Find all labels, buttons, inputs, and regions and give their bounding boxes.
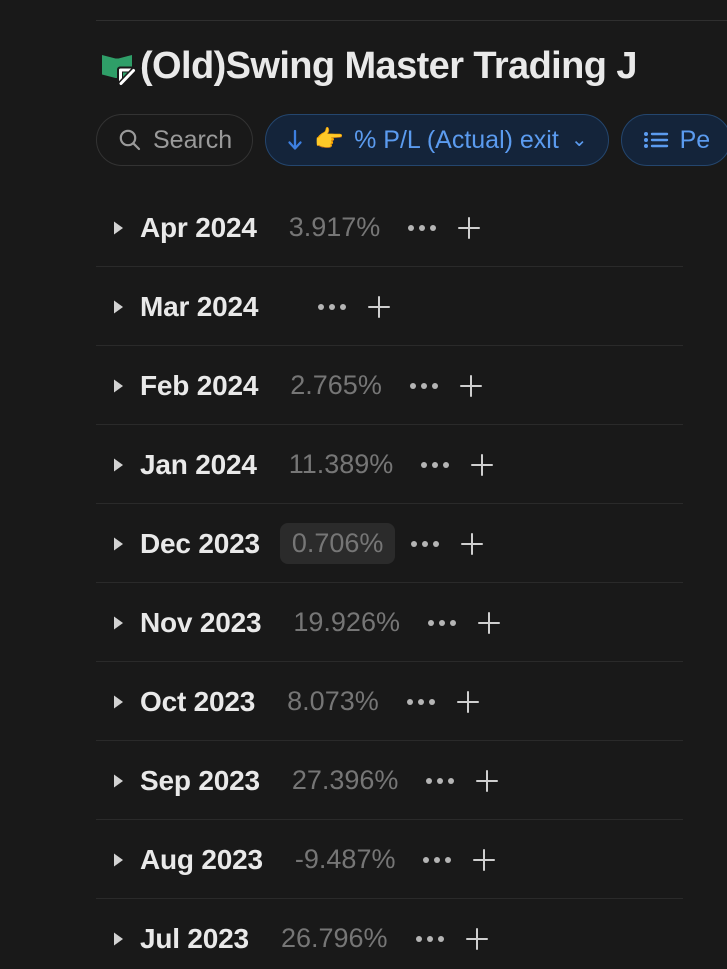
view-label: Pe (679, 125, 711, 154)
table-row[interactable]: Mar 2024 (0, 267, 727, 346)
pl-percent-value[interactable]: 27.396% (280, 760, 411, 801)
pl-percent-value[interactable]: 11.389% (277, 444, 406, 485)
table-row[interactable]: Aug 2023 -9.487% (0, 820, 727, 899)
pl-percent-value[interactable]: 2.765% (278, 365, 394, 406)
add-icon[interactable] (467, 450, 497, 480)
collapse-triangle-icon[interactable] (108, 534, 134, 554)
more-options-icon[interactable] (426, 777, 455, 784)
pl-percent-value[interactable]: 26.796% (269, 918, 400, 959)
green-book-icon (96, 45, 140, 89)
table-row[interactable]: Nov 2023 19.926% (0, 583, 727, 662)
pl-percent-value[interactable] (278, 302, 302, 312)
collapse-triangle-icon[interactable] (108, 929, 134, 949)
add-icon[interactable] (462, 924, 492, 954)
trading-journal-page: (Old)Swing Master Trading J Search 👉 % P… (0, 0, 727, 969)
collapse-triangle-icon[interactable] (108, 376, 134, 396)
add-icon[interactable] (472, 766, 502, 796)
search-icon (117, 127, 143, 153)
more-options-icon[interactable] (415, 935, 444, 942)
more-options-icon[interactable] (423, 856, 452, 863)
collapse-triangle-icon[interactable] (108, 613, 134, 633)
more-options-icon[interactable] (318, 303, 347, 310)
month-label: Dec 2023 (140, 527, 260, 559)
table-row[interactable]: Feb 2024 2.765% (0, 346, 727, 425)
month-label: Mar 2024 (140, 290, 259, 322)
search-label: Search (153, 125, 233, 154)
more-options-icon[interactable] (409, 382, 438, 389)
month-label: Jan 2024 (140, 448, 257, 480)
collapse-triangle-icon[interactable] (108, 850, 134, 870)
collapse-triangle-icon[interactable] (108, 297, 134, 317)
month-label: Feb 2024 (140, 369, 259, 401)
more-options-icon[interactable] (411, 540, 440, 547)
month-label: Nov 2023 (140, 606, 262, 638)
more-options-icon[interactable] (408, 224, 437, 231)
add-icon[interactable] (364, 292, 394, 322)
add-icon[interactable] (453, 687, 483, 717)
more-options-icon[interactable] (406, 698, 435, 705)
month-label: Aug 2023 (140, 843, 263, 875)
search-button[interactable]: Search (96, 114, 254, 166)
month-label: Jul 2023 (140, 922, 249, 954)
collapse-triangle-icon[interactable] (108, 692, 134, 712)
sort-label: % P/L (Actual) exit (354, 125, 559, 154)
table-row[interactable]: Jan 2024 11.389% (0, 425, 727, 504)
table-row[interactable]: Jul 2023 26.796% (0, 899, 727, 969)
page-title-row: (Old)Swing Master Trading J (96, 36, 727, 98)
more-options-icon[interactable] (421, 461, 450, 468)
month-group-list: Apr 2024 3.917% Mar 2024 Feb 2024 2.765% Jan … (0, 188, 727, 969)
add-icon[interactable] (457, 529, 487, 559)
toolbar: Search 👉 % P/L (Actual) exit ⌄ Pe (96, 112, 727, 168)
add-icon[interactable] (469, 845, 499, 875)
collapse-triangle-icon[interactable] (108, 455, 134, 475)
pl-percent-value[interactable]: 0.706% (279, 523, 396, 564)
month-label: Oct 2023 (140, 685, 256, 717)
page-title: (Old)Swing Master Trading J (140, 45, 637, 88)
month-label: Apr 2024 (140, 211, 257, 243)
view-button[interactable]: Pe (620, 114, 727, 166)
table-row[interactable]: Oct 2023 8.073% (0, 662, 727, 741)
add-icon[interactable] (456, 371, 486, 401)
sort-button[interactable]: 👉 % P/L (Actual) exit ⌄ (265, 114, 609, 166)
arrow-down-icon (286, 127, 304, 153)
pl-percent-value[interactable]: 3.917% (277, 207, 393, 248)
more-options-icon[interactable] (427, 619, 456, 626)
pl-percent-value[interactable]: 8.073% (275, 681, 391, 722)
add-icon[interactable] (454, 213, 484, 243)
pointing-finger-emoji: 👉 (314, 126, 345, 153)
list-icon (642, 127, 670, 153)
table-row[interactable]: Dec 2023 0.706% (0, 504, 727, 583)
pl-percent-value[interactable]: 19.926% (281, 602, 412, 643)
chevron-down-icon[interactable]: ⌄ (571, 130, 588, 150)
pl-percent-value[interactable]: -9.487% (283, 839, 408, 880)
collapse-triangle-icon[interactable] (108, 218, 134, 238)
collapse-triangle-icon[interactable] (108, 771, 134, 791)
table-row[interactable]: Sep 2023 27.396% (0, 741, 727, 820)
month-label: Sep 2023 (140, 764, 260, 796)
add-icon[interactable] (474, 608, 504, 638)
top-divider (96, 20, 727, 21)
table-row[interactable]: Apr 2024 3.917% (0, 188, 727, 267)
